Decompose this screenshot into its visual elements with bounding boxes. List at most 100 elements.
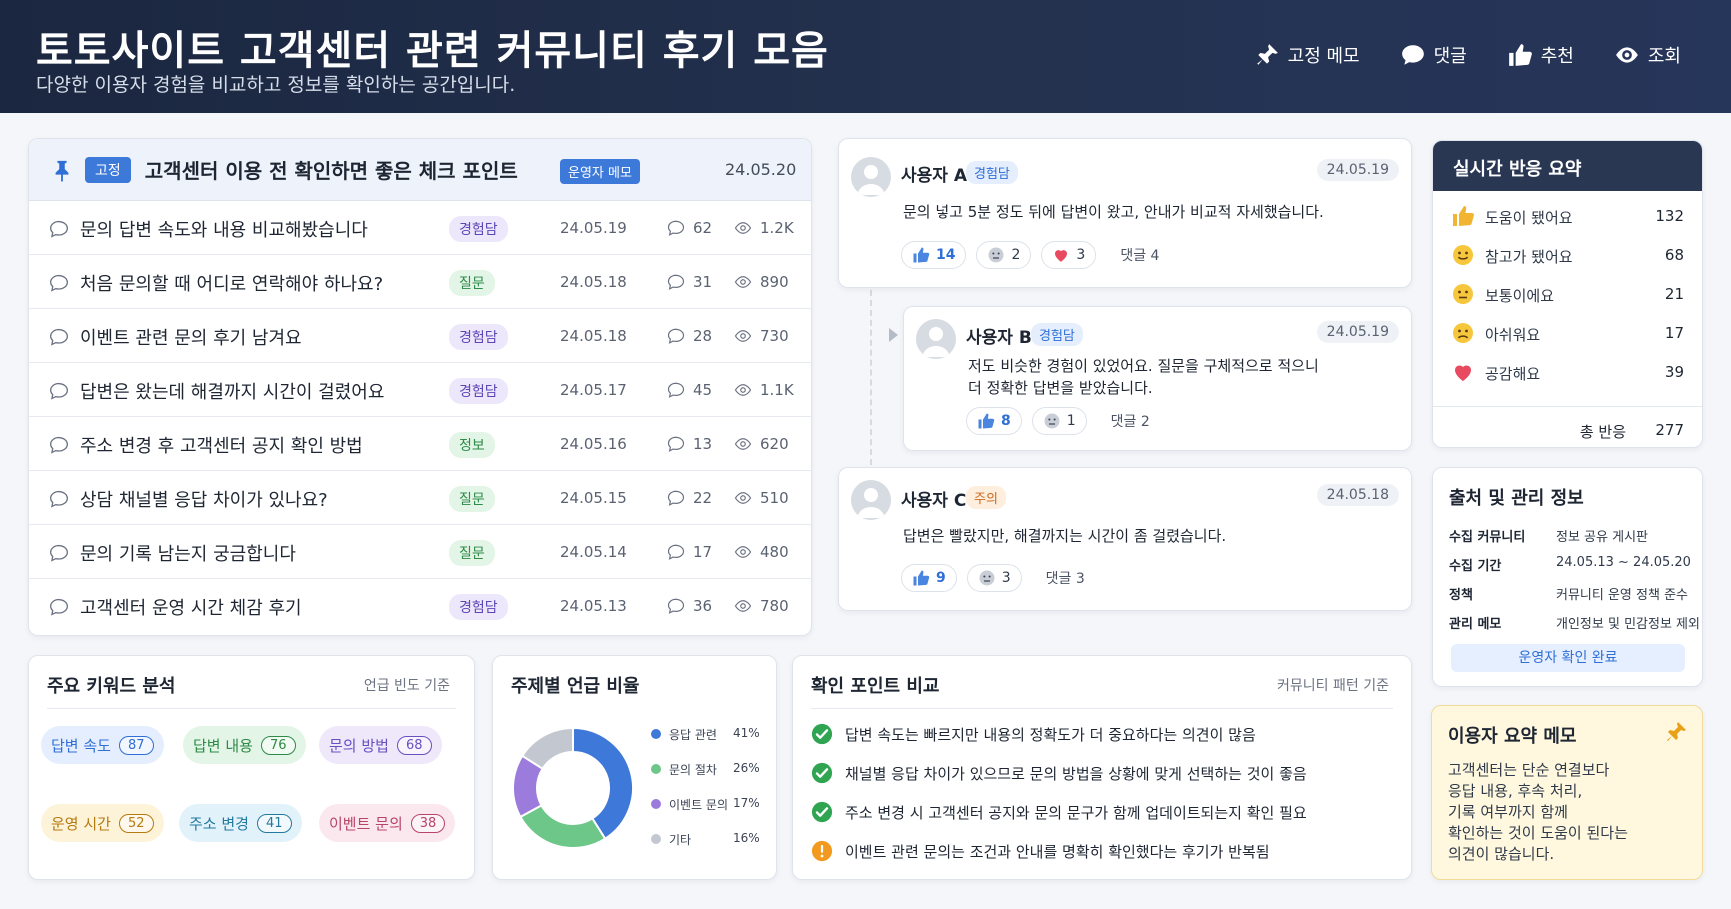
- legend-label: 응답 관련: [669, 728, 717, 742]
- legend-value: 16%: [733, 831, 760, 845]
- like-button[interactable]: 8: [966, 407, 1022, 435]
- post-row[interactable]: 상담 채널별 응답 차이가 있나요? 질문 24.05.15 22 510: [29, 471, 811, 525]
- keyword-chip[interactable]: 답변 내용 76: [183, 726, 306, 764]
- post-date: 24.05.14: [560, 543, 627, 561]
- keyword-chip[interactable]: 주소 변경 41: [179, 804, 302, 842]
- compare-points-panel: 확인 포인트 비교 커뮤니티 패턴 기준 답변 속도는 빠르지만 내용의 정확도…: [792, 655, 1412, 880]
- source-key: 수집 기간: [1449, 559, 1502, 574]
- keyword-count: 52: [118, 813, 154, 833]
- thumbs-up-icon: [1453, 206, 1474, 226]
- source-key: 수집 커뮤니티: [1449, 530, 1526, 545]
- keyword-chip[interactable]: 문의 방법 68: [319, 726, 442, 764]
- pushpin-icon[interactable]: [1664, 720, 1688, 744]
- comment-icon: [667, 220, 685, 236]
- post-row[interactable]: 답변은 왔는데 해결까지 시간이 걸렸어요 경험담 24.05.17 45 1.1K: [29, 363, 811, 417]
- comment-author[interactable]: 사용자 B: [966, 323, 1032, 348]
- nav-recommend[interactable]: 추천: [1507, 42, 1574, 68]
- page-subtitle: 다양한 이용자 경험을 비교하고 정보를 확인하는 공간입니다.: [36, 74, 516, 96]
- post-title[interactable]: 상담 채널별 응답 차이가 있나요?: [80, 486, 328, 512]
- keywords-subtitle: 언급 빈도 기준: [363, 678, 450, 694]
- reaction-summary-row: 참고가 됐어요 68: [1433, 236, 1702, 275]
- compare-point: 주소 변경 시 고객센터 공지와 문의 문구가 함께 업데이트되는지 확인 필요: [811, 801, 1307, 823]
- post-title[interactable]: 문의 기록 남는지 궁금합니다: [80, 540, 296, 566]
- reply-count-link[interactable]: 댓글 2: [1111, 411, 1150, 431]
- compare-text: 이벤트 관련 문의는 조건과 안내를 명확히 확인했다는 후기가 반복됨: [845, 842, 1270, 861]
- post-date: 24.05.18: [560, 327, 627, 345]
- legend-value: 17%: [733, 796, 760, 810]
- post-row[interactable]: 주소 변경 후 고객센터 공지 확인 방법 정보 24.05.16 13 620: [29, 417, 811, 471]
- compare-text: 채널별 응답 차이가 있으므로 문의 방법을 상황에 맞게 선택하는 것이 좋음: [845, 764, 1307, 783]
- comment-icon: [667, 436, 685, 452]
- operator-confirm-button[interactable]: 운영자 확인 완료: [1451, 644, 1685, 672]
- reaction-summary-panel: 실시간 반응 요약 도움이 됐어요 132 참고가 됐어요 68 보통이에요 21 아쉬워요…: [1432, 140, 1703, 448]
- heart-button[interactable]: 3: [1041, 241, 1097, 269]
- keyword-count: 76: [260, 735, 296, 755]
- comment-card: 사용자 A 경험담 24.05.19 문의 넣고 5분 정도 뒤에 답변이 왔고…: [838, 138, 1412, 288]
- thumbs-up-icon: [1508, 44, 1532, 66]
- post-row[interactable]: 문의 답변 속도와 내용 비교해봤습니다 경험담 24.05.19 62 1.2K: [29, 201, 811, 255]
- post-title[interactable]: 답변은 왔는데 해결까지 시간이 걸렸어요: [80, 378, 384, 404]
- source-title: 출처 및 관리 정보: [1449, 488, 1584, 509]
- eye-icon: [1616, 47, 1638, 63]
- post-row[interactable]: 이벤트 관련 문의 후기 남겨요 경험담 24.05.18 28 730: [29, 309, 811, 363]
- pinned-post-title[interactable]: 고객센터 이용 전 확인하면 좋은 체크 포인트: [145, 155, 518, 184]
- page-header: 토토사이트 고객센터 관련 커뮤니티 후기 모음 다양한 이용자 경험을 비교하…: [0, 0, 1731, 113]
- post-tag: 경험담: [449, 594, 508, 620]
- reaction-summary-row: 공감해요 39: [1433, 353, 1702, 392]
- post-title[interactable]: 주소 변경 후 고객센터 공지 확인 방법: [80, 432, 363, 458]
- comment-icon: [667, 544, 685, 560]
- post-row[interactable]: 고객센터 운영 시간 체감 후기 경험담 24.05.13 36 780: [29, 579, 811, 633]
- post-title[interactable]: 처음 문의할 때 어디로 연락해야 하나요?: [80, 270, 383, 296]
- reaction-label: 도움이 됐어요: [1485, 209, 1573, 227]
- eye-icon: [734, 492, 752, 504]
- divider: [811, 708, 1393, 709]
- view-count: 730: [760, 327, 789, 345]
- neutral-button[interactable]: 3: [966, 564, 1022, 592]
- pinned-post[interactable]: 고정 고객센터 이용 전 확인하면 좋은 체크 포인트 운영자 메모 24.05…: [29, 139, 811, 201]
- comment-count: 62: [693, 219, 713, 237]
- view-count: 1.2K: [760, 219, 794, 237]
- donut-slice: [519, 803, 607, 849]
- post-title[interactable]: 이벤트 관련 문의 후기 남겨요: [80, 324, 302, 350]
- post-title[interactable]: 문의 답변 속도와 내용 비교해봤습니다: [80, 216, 368, 242]
- nav-comments[interactable]: 댓글: [1400, 42, 1467, 68]
- view-count: 780: [760, 597, 789, 615]
- reply-count-link[interactable]: 댓글 4: [1120, 245, 1159, 265]
- like-button[interactable]: 9: [901, 564, 957, 592]
- thumbs-up-icon: [913, 570, 930, 586]
- source-value: 24.05.13 ~ 24.05.20: [1556, 555, 1691, 570]
- source-value: 커뮤니티 운영 정책 준수: [1556, 588, 1688, 603]
- keyword-chip[interactable]: 이벤트 문의 38: [319, 804, 456, 842]
- nav-pinned-memo[interactable]: 고정 메모: [1254, 42, 1360, 68]
- post-tag: 경험담: [449, 324, 508, 350]
- user-icon: [922, 327, 950, 357]
- total-value: 277: [1655, 421, 1684, 439]
- reaction-bar: 9 3 댓글 3: [901, 564, 1085, 592]
- reaction-value: 68: [1664, 246, 1684, 264]
- keyword-chip[interactable]: 운영 시간 52: [41, 804, 164, 842]
- post-tag: 질문: [449, 486, 495, 512]
- reply-count-link[interactable]: 댓글 3: [1046, 568, 1085, 588]
- summary-total: 총 반응 277: [1433, 406, 1702, 441]
- post-tag: 경험담: [449, 216, 508, 242]
- neutral-button[interactable]: 1: [1031, 407, 1087, 435]
- eye-icon: [734, 222, 752, 234]
- user-memo-panel: 이용자 요약 메모 고객센터는 단순 연결보다 응답 내용, 후속 처리, 기록…: [1431, 705, 1703, 880]
- comment-icon: [667, 382, 685, 398]
- post-title[interactable]: 고객센터 운영 시간 체감 후기: [80, 594, 302, 620]
- post-comment-count: 13: [667, 435, 712, 453]
- comment-text: 문의 넣고 5분 정도 뒤에 답변이 왔고, 안내가 비교적 자세했습니다.: [903, 203, 1324, 221]
- comment-text: 답변은 빨랐지만, 해결까지는 시간이 좀 걸렸습니다.: [903, 527, 1227, 545]
- nav-views[interactable]: 조회: [1614, 42, 1681, 68]
- post-row[interactable]: 문의 기록 남는지 궁금합니다 질문 24.05.14 17 480: [29, 525, 811, 579]
- neutral-button[interactable]: 2: [976, 241, 1032, 269]
- comment-author[interactable]: 사용자 C: [901, 486, 966, 511]
- reaction-label: 참고가 됐어요: [1485, 248, 1573, 266]
- like-button[interactable]: 14: [901, 241, 967, 269]
- post-row[interactable]: 처음 문의할 때 어디로 연락해야 하나요? 질문 24.05.18 31 890: [29, 255, 811, 309]
- keyword-label: 운영 시간: [51, 814, 111, 833]
- keyword-label: 이벤트 문의: [329, 814, 403, 833]
- keyword-chip[interactable]: 답변 속도 87: [41, 726, 164, 764]
- comment-author[interactable]: 사용자 A: [901, 161, 967, 186]
- comment-bubble-icon: [49, 544, 69, 562]
